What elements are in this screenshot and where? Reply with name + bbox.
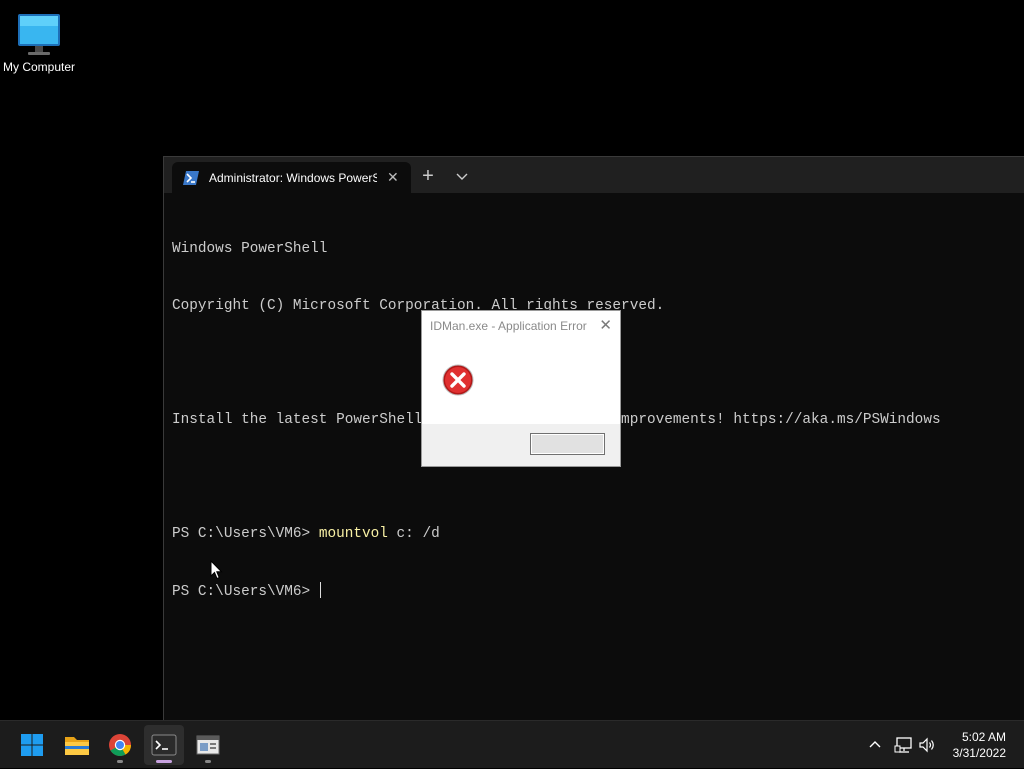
- show-hidden-icons-button[interactable]: [866, 721, 884, 769]
- desktop-icon-label: My Computer: [2, 60, 76, 74]
- application-error-dialog: IDMan.exe - Application Error ✕: [421, 310, 621, 467]
- chrome-icon: [109, 734, 131, 756]
- desktop-icon-my-computer[interactable]: My Computer: [0, 8, 78, 74]
- text-cursor: [319, 582, 321, 598]
- dialog-footer: [422, 424, 620, 466]
- terminal-line: Windows PowerShell: [172, 241, 328, 257]
- ok-button[interactable]: [530, 433, 605, 455]
- taskbar-app-window[interactable]: [188, 725, 228, 765]
- clock-date: 3/31/2022: [952, 746, 1006, 760]
- taskbar-file-explorer[interactable]: [57, 725, 97, 765]
- network-icon: [894, 737, 912, 753]
- prompt: PS C:\Users\VM6>: [172, 526, 319, 542]
- app-window-icon: [196, 735, 220, 755]
- taskbar-terminal[interactable]: [144, 725, 184, 765]
- prompt: PS C:\Users\VM6>: [172, 584, 319, 600]
- terminal-input-line[interactable]: PS C:\Users\VM6>: [172, 582, 1024, 601]
- tab-close-icon[interactable]: ✕: [387, 169, 399, 186]
- running-indicator: [117, 760, 123, 763]
- dialog-close-icon[interactable]: ✕: [599, 316, 612, 334]
- powershell-icon: [183, 170, 199, 185]
- volume-button[interactable]: [918, 721, 938, 769]
- tab-title: Administrator: Windows PowerShell: [209, 170, 377, 185]
- volume-icon: [919, 737, 934, 753]
- command-name: mountvol: [318, 526, 388, 542]
- start-icon: [21, 734, 43, 756]
- error-icon: [442, 364, 474, 396]
- tab-powershell[interactable]: Administrator: Windows PowerShell ✕: [172, 162, 411, 193]
- start-button[interactable]: [12, 725, 52, 765]
- command-args: c: /d: [387, 526, 440, 542]
- computer-monitor-icon: [17, 12, 61, 58]
- dialog-title: IDMan.exe - Application Error: [430, 319, 587, 333]
- chevron-up-icon: [869, 741, 881, 748]
- mouse-pointer-icon: [210, 559, 224, 580]
- clock[interactable]: 5:02 AM 3/31/2022: [953, 729, 1006, 761]
- tab-bar: Administrator: Windows PowerShell ✕ +: [164, 157, 1024, 193]
- tab-dropdown-button[interactable]: [450, 164, 474, 188]
- chevron-down-icon: [456, 173, 468, 180]
- active-indicator: [156, 760, 172, 763]
- terminal-icon: [151, 734, 177, 756]
- file-explorer-icon: [65, 737, 89, 755]
- taskbar-chrome[interactable]: [100, 725, 140, 765]
- network-button[interactable]: [894, 721, 914, 769]
- new-tab-button[interactable]: +: [416, 164, 440, 188]
- clock-time: 5:02 AM: [961, 730, 1006, 744]
- terminal-command-line: PS C:\Users\VM6> mountvol c: /d: [172, 525, 1024, 544]
- taskbar: 5:02 AM 3/31/2022: [0, 720, 1024, 768]
- running-indicator: [205, 760, 211, 763]
